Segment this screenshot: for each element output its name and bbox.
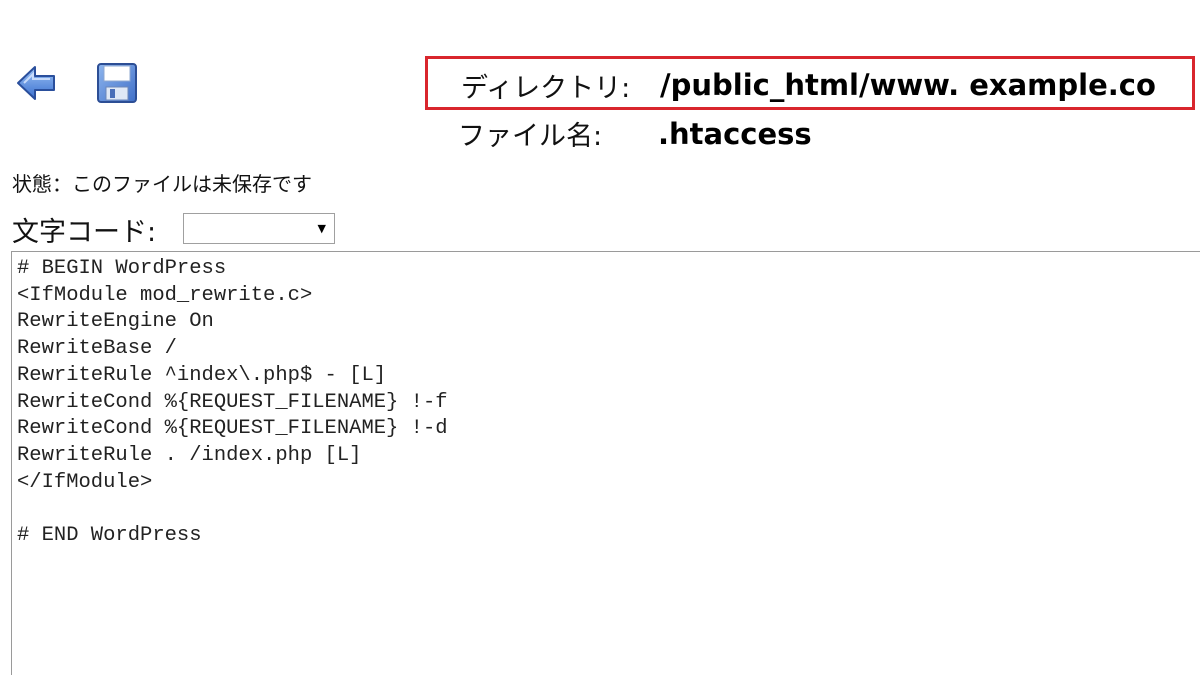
directory-label: ディレクトリ: bbox=[461, 73, 631, 104]
encoding-label: 文字コード: bbox=[12, 217, 157, 248]
file-name-label: ファイル名: bbox=[458, 121, 603, 152]
code-line: RewriteBase / bbox=[17, 337, 177, 360]
save-status-text: 状態：このファイルは未保存です bbox=[12, 172, 312, 196]
dropdown-arrow-icon: ▼ bbox=[317, 222, 326, 235]
back-arrow-icon bbox=[17, 66, 55, 100]
code-line: RewriteCond %{REQUEST_FILENAME} !-d bbox=[17, 417, 448, 440]
code-editor-textarea[interactable]: # BEGIN WordPress <IfModule mod_rewrite.… bbox=[11, 251, 1200, 675]
directory-highlight-box: ディレクトリ: /public_html/www. example.co bbox=[425, 56, 1195, 110]
code-line: RewriteEngine On bbox=[17, 310, 214, 333]
code-line: RewriteRule ^index\.php$ - [L] bbox=[17, 364, 387, 387]
file-editor-page: ディレクトリ: /public_html/www. example.co ファイ… bbox=[0, 0, 1200, 675]
code-line: # BEGIN WordPress bbox=[17, 257, 227, 280]
file-name-value: .htaccess bbox=[658, 117, 812, 151]
code-line: <IfModule mod_rewrite.c> bbox=[17, 284, 313, 307]
code-line: </IfModule> bbox=[17, 471, 153, 494]
code-line: # END WordPress bbox=[17, 524, 202, 547]
directory-path: /public_html/www. example.co bbox=[660, 68, 1156, 102]
save-button[interactable] bbox=[96, 62, 138, 104]
back-button[interactable] bbox=[16, 64, 58, 102]
encoding-select[interactable]: ▼ bbox=[183, 213, 335, 244]
floppy-disk-icon bbox=[97, 63, 137, 103]
code-line: RewriteRule . /index.php [L] bbox=[17, 444, 362, 467]
code-line: RewriteCond %{REQUEST_FILENAME} !-f bbox=[17, 391, 448, 414]
